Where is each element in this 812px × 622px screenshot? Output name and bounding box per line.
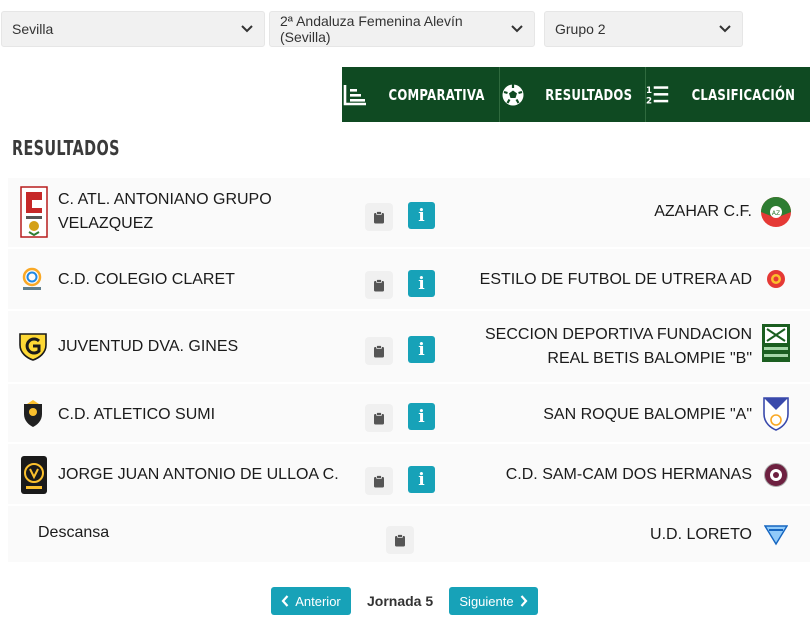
home-team-name: C.D. ATLETICO SUMI <box>58 406 216 423</box>
home-team-name: C.D. COLEGIO CLARET <box>58 271 235 288</box>
chevron-down-icon <box>240 22 254 36</box>
team-crest <box>22 400 44 428</box>
team-crest <box>20 186 48 238</box>
match-row: C.D. COLEGIO CLARET i ESTILO DE FUTBOL D… <box>8 249 810 311</box>
competition-select-value: 2ª Andaluza Femenina Alevín (Sevilla) <box>280 13 463 45</box>
next-button[interactable]: Siguiente <box>449 587 538 615</box>
team-crest <box>764 524 788 546</box>
away-team-name: SAN ROQUE BALOMPIE "A" <box>543 406 752 423</box>
group-select[interactable]: Grupo 2 <box>544 11 743 47</box>
svg-text:1: 1 <box>646 86 652 96</box>
chevron-left-icon <box>281 595 289 607</box>
chevron-down-icon <box>510 22 524 36</box>
chart-icon <box>343 84 366 105</box>
team-crest <box>761 323 791 363</box>
away-team-name: C.D. SAM-CAM DOS HERMANAS <box>505 466 752 483</box>
home-team-name: JUVENTUD DVA. GINES <box>58 338 239 355</box>
match-info-button[interactable]: i <box>408 403 435 430</box>
ranking-list-icon: 1 2 <box>646 86 669 106</box>
away-team-name: AZAHAR C.F. <box>654 203 752 220</box>
tab-resultados[interactable]: RESULTADOS <box>500 67 646 122</box>
chevron-right-icon <box>520 595 528 607</box>
tab-comparativa-label: COMPARATIVA <box>388 85 485 104</box>
clipboard-icon[interactable] <box>386 526 414 554</box>
match-row: Descansa U.D. LORETO <box>8 506 810 564</box>
clipboard-icon[interactable] <box>365 271 393 299</box>
away-team-name: SECCION DEPORTIVA FUNDACION REAL BETIS B… <box>485 326 752 367</box>
away-team-name: U.D. LORETO <box>650 526 752 543</box>
current-round-label: Jornada 5 <box>367 593 434 609</box>
svg-text:2: 2 <box>646 96 652 105</box>
next-button-label: Siguiente <box>459 593 514 609</box>
team-crest <box>18 331 48 361</box>
team-crest <box>20 455 48 495</box>
team-crest <box>20 266 44 292</box>
away-team-name: ESTILO DE FUTBOL DE UTRERA AD <box>479 271 752 288</box>
clipboard-icon[interactable] <box>365 337 393 365</box>
bye-label: Descansa <box>38 524 110 541</box>
previous-button[interactable]: Anterior <box>271 587 351 615</box>
clipboard-icon[interactable] <box>365 203 393 231</box>
competition-select[interactable]: 2ª Andaluza Femenina Alevín (Sevilla) <box>269 11 535 47</box>
section-title: RESULTADOS <box>12 136 120 160</box>
tab-resultados-label: RESULTADOS <box>544 85 632 104</box>
match-info-button[interactable]: i <box>408 466 435 493</box>
filters-bar: Sevilla 2ª Andaluza Femenina Alevín (Sev… <box>0 11 812 47</box>
team-crest <box>762 396 790 432</box>
clipboard-icon[interactable] <box>365 467 393 495</box>
previous-button-label: Anterior <box>295 593 341 609</box>
pagination: Anterior Jornada 5 Siguiente <box>0 587 812 615</box>
clipboard-icon[interactable] <box>365 404 393 432</box>
section-tabs: COMPARATIVA RESULTADOS 1 2 CLASIFICACIÓN <box>342 67 810 122</box>
match-row: C.D. ATLETICO SUMI i SAN ROQUE BALOMPIE … <box>8 384 810 444</box>
chevron-down-icon <box>718 22 732 36</box>
soccer-ball-icon <box>502 84 524 105</box>
match-info-button[interactable]: i <box>408 202 435 229</box>
results-list: C. ATL. ANTONIANO GRUPO VELAZQUEZ i AZAH… <box>8 178 810 564</box>
match-row: JORGE JUAN ANTONIO DE ULLOA C. i C.D. SA… <box>8 444 810 506</box>
team-crest <box>764 267 788 291</box>
match-row: JUVENTUD DVA. GINES i SECCION DEPORTIVA … <box>8 311 810 384</box>
tab-clasificacion-label: CLASIFICACIÓN <box>691 85 796 104</box>
svg-text:AZ: AZ <box>772 210 780 217</box>
group-select-value: Grupo 2 <box>555 21 606 37</box>
province-select[interactable]: Sevilla <box>1 11 265 47</box>
province-select-value: Sevilla <box>12 21 54 37</box>
tab-clasificacion[interactable]: 1 2 CLASIFICACIÓN <box>646 67 810 122</box>
team-crest: AZ <box>760 196 792 228</box>
team-crest <box>763 462 789 488</box>
match-row: C. ATL. ANTONIANO GRUPO VELAZQUEZ i AZAH… <box>8 178 810 249</box>
home-team-name: C. ATL. ANTONIANO GRUPO VELAZQUEZ <box>58 191 272 232</box>
home-team-name: JORGE JUAN ANTONIO DE ULLOA C. <box>58 466 339 483</box>
match-info-button[interactable]: i <box>408 336 435 363</box>
match-info-button[interactable]: i <box>408 270 435 297</box>
tab-comparativa[interactable]: COMPARATIVA <box>342 67 500 122</box>
